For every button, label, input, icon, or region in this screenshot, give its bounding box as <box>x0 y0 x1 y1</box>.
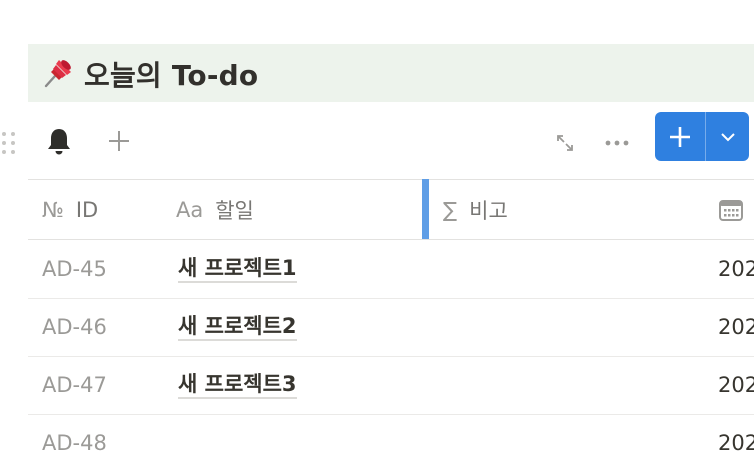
column-label: 할일 <box>215 198 254 223</box>
column-header-id[interactable]: № ID <box>42 180 98 239</box>
column-header-note[interactable]: ∑ 비고 <box>443 180 508 239</box>
page-title-bar: 오늘의 To-do <box>28 44 754 102</box>
text-icon: Aa <box>176 197 204 222</box>
cell-date[interactable]: 202 <box>718 414 754 472</box>
cell-id: AD-45 <box>42 257 107 281</box>
cell-task[interactable]: 새 프로젝트3 <box>178 356 297 414</box>
task-link[interactable]: 새 프로젝트1 <box>178 255 297 283</box>
drag-handle-icon[interactable] <box>0 130 18 156</box>
new-item-button-group <box>655 112 749 161</box>
plus-icon[interactable] <box>102 124 136 158</box>
new-item-button[interactable] <box>655 112 705 161</box>
cell-task[interactable]: 새 프로젝트2 <box>178 298 297 356</box>
column-header-task[interactable]: Aa 할일 <box>176 180 254 239</box>
number-icon: № <box>42 197 64 222</box>
column-resize-handle[interactable] <box>422 179 429 239</box>
expand-icon[interactable] <box>548 126 582 160</box>
cell-id: AD-47 <box>42 373 107 397</box>
column-label: 비고 <box>469 198 508 223</box>
cell-date[interactable]: 202 <box>718 240 754 298</box>
pushpin-icon <box>40 55 76 91</box>
column-label: ID <box>75 197 99 222</box>
cell-date[interactable]: 202 <box>718 356 754 414</box>
column-header-date[interactable] <box>718 180 754 239</box>
sigma-icon: ∑ <box>443 197 458 222</box>
cell-id: AD-46 <box>42 315 107 339</box>
more-icon[interactable] <box>600 126 634 160</box>
table-row[interactable]: AD-48 202 <box>28 414 754 472</box>
calendar-icon <box>718 198 744 222</box>
chevron-down-icon <box>720 132 735 141</box>
table-row[interactable]: AD-45 새 프로젝트1 202 <box>28 240 754 299</box>
bell-icon[interactable] <box>42 124 76 158</box>
page-title: 오늘의 To-do <box>84 59 259 92</box>
cell-date[interactable]: 202 <box>718 298 754 356</box>
table-header: № ID Aa 할일 ∑ 비고 <box>28 180 754 240</box>
cell-id: AD-48 <box>42 431 107 455</box>
table-row[interactable]: AD-46 새 프로젝트2 202 <box>28 298 754 357</box>
task-link[interactable]: 새 프로젝트3 <box>178 371 297 399</box>
table-row[interactable]: AD-47 새 프로젝트3 202 <box>28 356 754 415</box>
new-item-dropdown-button[interactable] <box>706 112 749 161</box>
task-link[interactable]: 새 프로젝트2 <box>178 313 297 341</box>
cell-task[interactable]: 새 프로젝트1 <box>178 240 297 298</box>
plus-icon <box>670 126 690 147</box>
